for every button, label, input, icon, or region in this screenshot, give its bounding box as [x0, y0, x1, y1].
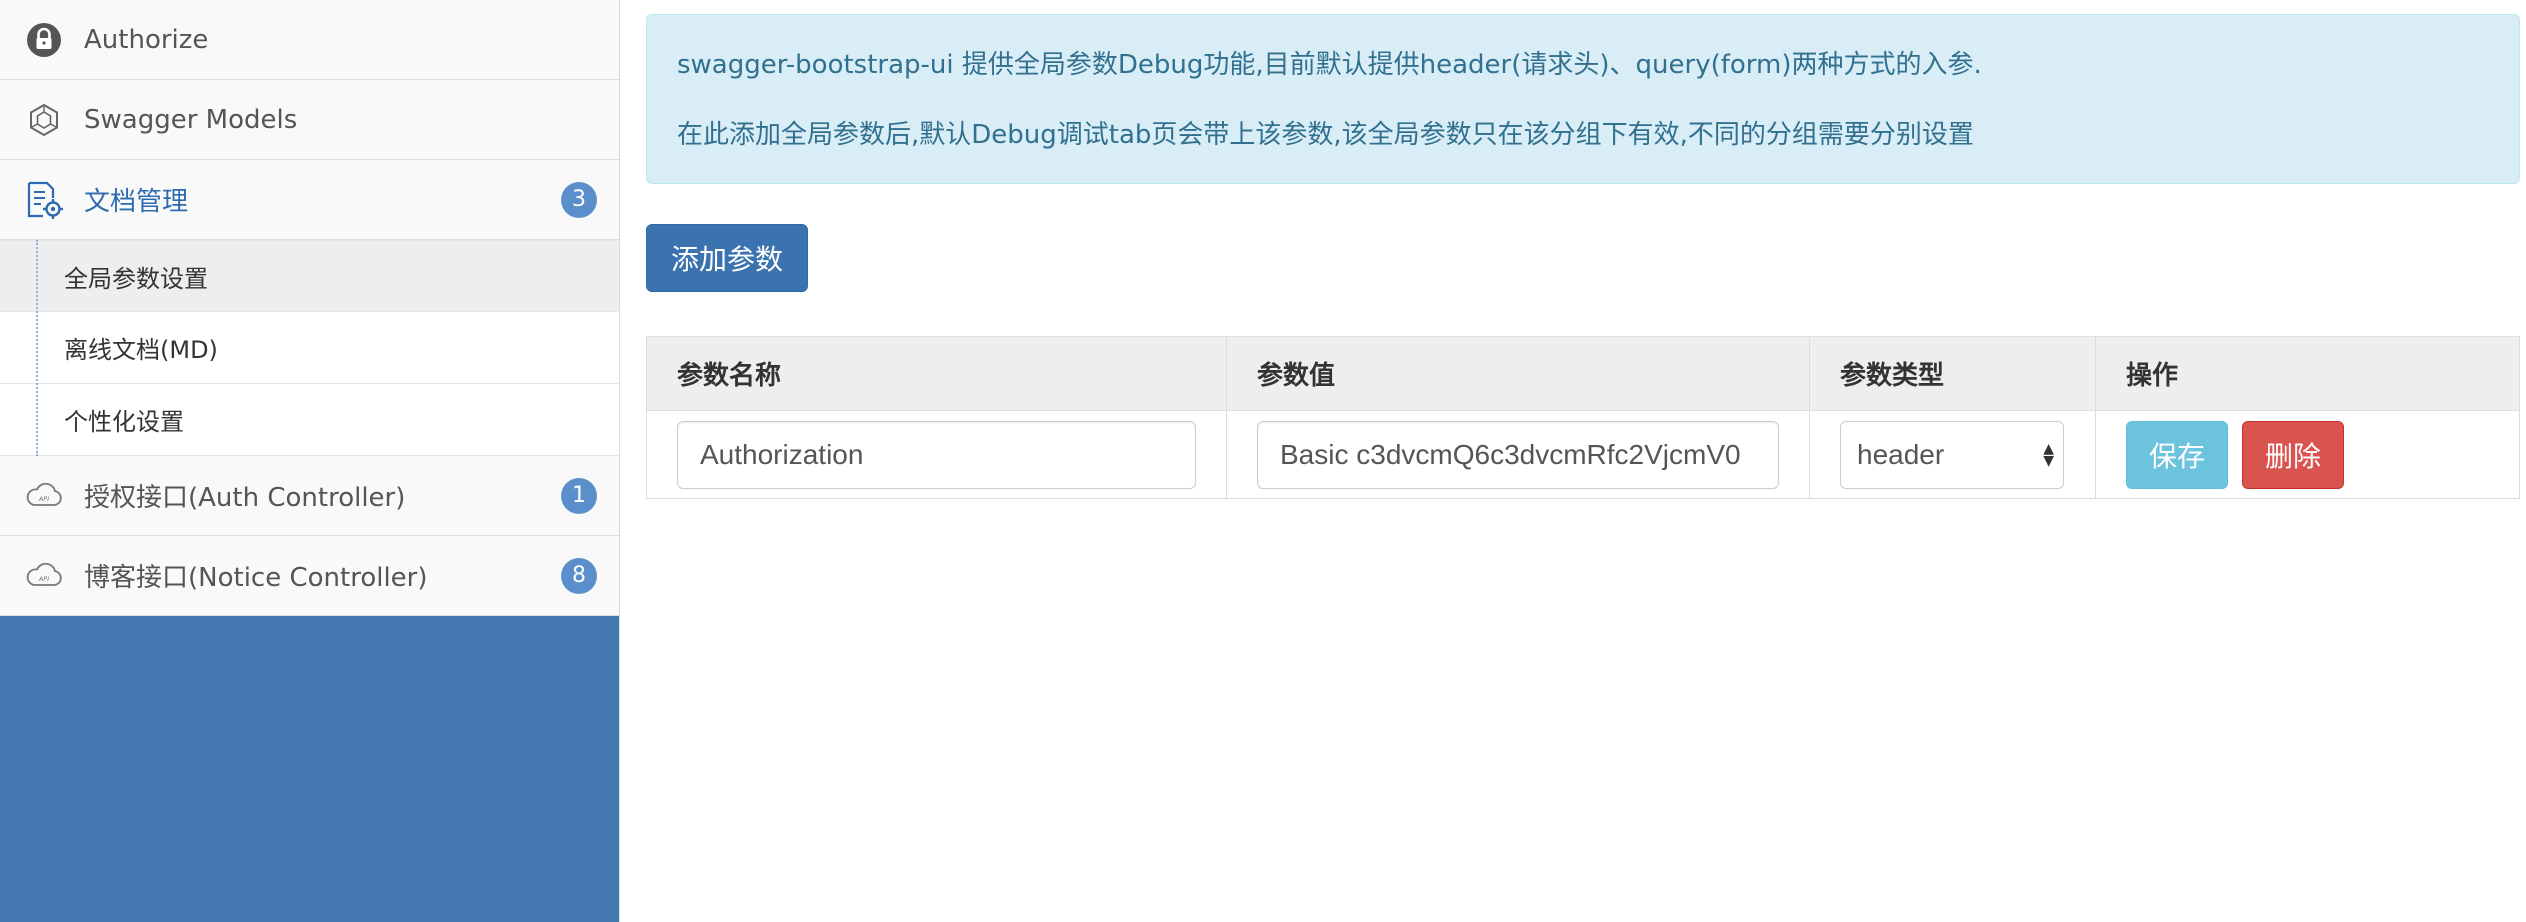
sidebar-item-notice-controller[interactable]: API 博客接口(Notice Controller) 8	[0, 536, 619, 616]
param-type-cell: header ▲ ▼	[1809, 410, 2096, 499]
submenu-item-offline-docs[interactable]: 离线文档(MD)	[0, 312, 619, 384]
param-name-input[interactable]	[677, 420, 1196, 489]
sidebar-nav: Authorize Swagger Models 文档管理 3 全局参数设置 离…	[0, 0, 619, 616]
info-alert: swagger-bootstrap-ui 提供全局参数Debug功能,目前默认提…	[646, 14, 2520, 184]
param-type-select[interactable]: header	[1840, 420, 2064, 489]
main-content: swagger-bootstrap-ui 提供全局参数Debug功能,目前默认提…	[646, 14, 2520, 499]
sidebar-item-swagger-models[interactable]: Swagger Models	[0, 80, 619, 160]
alert-line: swagger-bootstrap-ui 提供全局参数Debug功能,目前默认提…	[677, 50, 1982, 80]
app: Authorize Swagger Models 文档管理 3 全局参数设置 离…	[0, 0, 2526, 922]
svg-text:API: API	[38, 495, 49, 503]
svg-text:API: API	[38, 575, 49, 583]
count-badge: 3	[561, 181, 597, 218]
sidebar-item-document-management[interactable]: 文档管理 3	[0, 160, 619, 240]
count-badge: 1	[561, 477, 597, 514]
sidebar-item-label: 授权接口(Auth Controller)	[84, 483, 406, 513]
submenu-item-personal-settings[interactable]: 个性化设置	[0, 384, 619, 456]
sidebar-item-label: 博客接口(Notice Controller)	[84, 563, 428, 593]
param-name-cell	[646, 410, 1227, 499]
delete-button[interactable]: 删除	[2242, 420, 2345, 489]
sidebar: Authorize Swagger Models 文档管理 3 全局参数设置 离…	[0, 0, 620, 922]
table-header-row: 参数名称 参数值 参数类型 操作	[646, 336, 2520, 411]
document-submenu: 全局参数设置 离线文档(MD) 个性化设置	[0, 240, 619, 456]
sidebar-item-authorize[interactable]: Authorize	[0, 0, 619, 80]
column-header-actions: 操作	[2095, 336, 2520, 411]
sidebar-item-label: 文档管理	[84, 187, 189, 217]
param-value-input[interactable]	[1257, 420, 1779, 489]
column-header-param-name: 参数名称	[646, 336, 1227, 411]
alert-line: 在此添加全局参数后,默认Debug调试tab页会带上该参数,该全局参数只在该分组…	[677, 120, 1974, 150]
table-row: header ▲▼ 保存删除	[646, 410, 2520, 499]
models-icon	[24, 100, 64, 140]
api-cloud-icon: API	[24, 556, 64, 596]
sidebar-item-label: Authorize	[84, 24, 209, 55]
count-badge: 8	[561, 557, 597, 594]
save-button[interactable]: 保存	[2126, 420, 2229, 489]
lock-icon	[24, 20, 64, 60]
sidebar-item-auth-controller[interactable]: API 授权接口(Auth Controller) 1	[0, 456, 619, 536]
actions-cell: 保存 删除	[2095, 410, 2520, 499]
global-params-table: 参数名称 参数值 参数类型 操作 Authorization Basic c3d…	[646, 336, 2520, 499]
sidebar-item-label: Swagger Models	[84, 104, 298, 135]
param-value-cell	[1226, 410, 1810, 499]
document-settings-icon	[24, 180, 64, 220]
add-parameter-button[interactable]: 添加参数	[646, 224, 809, 292]
api-cloud-icon: API	[24, 476, 64, 516]
param-type-select-wrap: header ▲ ▼	[1840, 420, 2064, 489]
submenu-item-global-params[interactable]: 全局参数设置	[0, 240, 619, 312]
column-header-param-type: 参数类型	[1809, 336, 2096, 411]
column-header-param-value: 参数值	[1226, 336, 1810, 411]
